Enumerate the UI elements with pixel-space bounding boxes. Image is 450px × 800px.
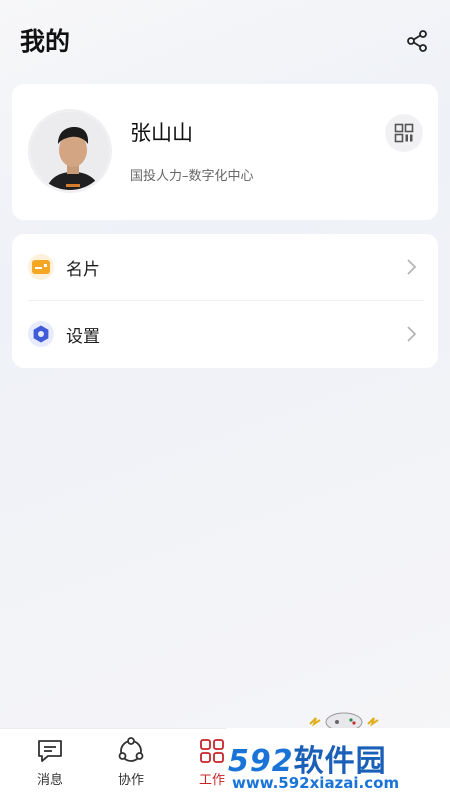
- profile-card[interactable]: 张山山 国投人力–数字化中心: [12, 84, 438, 220]
- menu-item-label: 设置: [66, 326, 100, 347]
- share-button[interactable]: [404, 28, 430, 54]
- user-organization: 国投人力–数字化中心: [130, 169, 254, 184]
- tab-label: 消息: [36, 773, 63, 788]
- menu-item-label: 名片: [66, 259, 100, 280]
- menu-item-settings[interactable]: 设置: [12, 301, 438, 367]
- user-name: 张山山: [130, 121, 193, 145]
- watermark-url: www.592xiazai.com: [232, 774, 400, 792]
- watermark: 592软件园 www.592xiazai.com: [226, 728, 450, 800]
- share-icon: [407, 30, 427, 52]
- page-title: 我的: [20, 27, 71, 56]
- chevron-right-icon: [407, 259, 417, 275]
- header: 我的: [0, 0, 450, 80]
- avatar[interactable]: [28, 109, 112, 193]
- menu-card: 名片 设置: [12, 234, 438, 368]
- qr-code-icon: [394, 123, 414, 143]
- menu-item-business-card[interactable]: 名片: [12, 234, 438, 301]
- business-card-icon: [28, 254, 54, 280]
- workbench-icon: [200, 739, 224, 763]
- chevron-right-icon: [407, 326, 417, 342]
- tab-collaboration[interactable]: 协作: [90, 729, 172, 800]
- gear-icon: [28, 321, 54, 347]
- tab-label: 协作: [117, 773, 144, 788]
- tab-messages[interactable]: 消息: [9, 729, 91, 800]
- message-icon: [38, 740, 62, 762]
- collaboration-icon: [118, 737, 144, 762]
- qr-code-button[interactable]: [385, 114, 423, 152]
